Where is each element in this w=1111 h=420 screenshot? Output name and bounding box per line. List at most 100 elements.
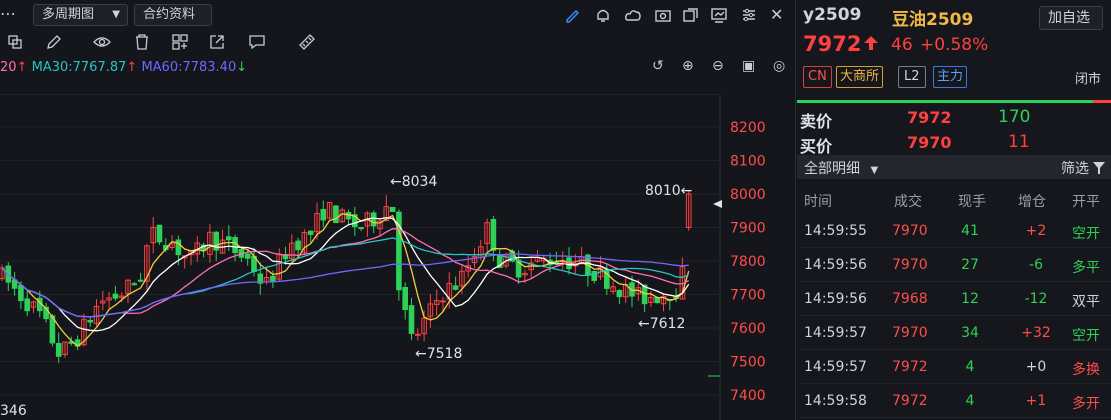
trade-cell-time: 14:59:58 [804, 393, 867, 409]
row-divider [800, 349, 1111, 350]
candle-body [641, 284, 648, 305]
current-price-marker [713, 200, 722, 208]
trade-cell-price: 7970 [892, 257, 928, 273]
sentiment-bar-red [1093, 100, 1111, 103]
ruler-icon[interactable] [298, 33, 316, 51]
target-icon[interactable]: ◎ [773, 58, 785, 74]
contract-code: y2509 [803, 5, 862, 25]
grid-icon[interactable] [171, 33, 189, 51]
cloud-icon[interactable] [624, 6, 642, 24]
price-annotation: ←8034 [390, 174, 437, 190]
row-divider [800, 281, 1111, 282]
comment-icon[interactable] [248, 33, 266, 51]
kline-chart[interactable]: 8200 8100 8000 7900 7800 7700 7600 7500 7400 ←803… [0, 94, 796, 420]
price-annotation: 8010← [645, 183, 692, 199]
price-annotation: 346 [0, 403, 27, 419]
candle-body [320, 208, 327, 221]
monitor-icon[interactable] [710, 6, 728, 24]
candle-body [156, 224, 163, 243]
add-watchlist-button[interactable]: 加自选 [1039, 6, 1103, 30]
candle-body [591, 270, 598, 281]
trade-cell-type: 双平 [1072, 294, 1100, 310]
trade-cell-vol: 34 [961, 325, 979, 341]
more-icon[interactable]: ⋯ [0, 6, 22, 24]
trade-cell-oi: -12 [1024, 291, 1048, 307]
trade-cell-price: 7972 [892, 359, 928, 375]
bell-icon[interactable] [594, 6, 612, 24]
tag-cn: CN [803, 66, 832, 88]
draw-icon[interactable] [564, 6, 582, 24]
trades-filter-label: 全部明细 [804, 161, 860, 177]
candle-body [87, 319, 94, 323]
candle-body [389, 206, 396, 212]
header-time: 时间 [804, 194, 832, 210]
trade-cell-vol: 27 [961, 257, 979, 273]
trash-icon[interactable] [133, 33, 151, 51]
row-divider [800, 417, 1111, 418]
candle-body [131, 283, 138, 286]
bid-price: 7970 [907, 133, 952, 152]
trade-cell-type: 多换 [1072, 362, 1100, 378]
candle-body [415, 333, 421, 336]
trade-cell-type: 多平 [1072, 260, 1100, 276]
y-tick-label: 8100 [730, 154, 766, 170]
external-link-icon[interactable] [208, 33, 226, 51]
period-label: 多周期图 [42, 7, 95, 22]
y-tick-label: 7600 [730, 321, 766, 337]
ma60-legend: MA60:7783.40 [141, 60, 237, 75]
pen-icon[interactable] [45, 33, 63, 51]
y-tick-label: 7800 [730, 254, 766, 270]
trade-row: 14:59:56 7970 27 -6 多平 [800, 249, 1111, 282]
close-icon[interactable]: ✕ [770, 5, 783, 24]
trade-cell-oi: +32 [1021, 325, 1051, 341]
trade-cell-vol: 4 [965, 393, 975, 409]
y-tick-label: 8200 [730, 120, 766, 136]
header-oi: 增仓 [1018, 194, 1046, 210]
candle-body [112, 293, 119, 299]
settings-icon[interactable] [740, 6, 758, 24]
candle-body [616, 289, 623, 298]
ask-price: 7972 [907, 108, 952, 127]
trade-cell-time: 14:59:57 [804, 325, 867, 341]
y-tick-label: 7700 [730, 288, 766, 304]
candle-body [232, 237, 238, 254]
trade-cell-vol: 4 [965, 359, 975, 375]
trade-row: 14:59:57 7970 34 +32 空开 [800, 317, 1111, 350]
eye-icon[interactable] [93, 33, 111, 51]
ma5-line [1, 213, 690, 347]
zoom-out-icon[interactable]: ⊖ [712, 58, 724, 74]
layout-icon[interactable] [6, 33, 24, 51]
candle-body [270, 275, 276, 282]
copy-icon[interactable] [682, 6, 700, 24]
trade-cell-price: 7970 [892, 223, 928, 239]
trade-row: 14:59:56 7968 12 -12 双平 [800, 283, 1111, 316]
contract-info-button[interactable]: 合约资料 [134, 4, 212, 26]
ma-legend: 20↑ MA30:7767.87↑ MA60:7783.40↓ [0, 60, 247, 75]
candle-body [358, 227, 364, 230]
tag-main: 主力 [933, 66, 968, 88]
price-annotation: ←7518 [415, 346, 462, 362]
undo-icon[interactable]: ↺ [652, 58, 664, 74]
top-toolbar: ⋯ 多周期图 ▼ 合约资料 ✕ [0, 0, 795, 30]
fit-icon[interactable]: ▣ [742, 58, 755, 74]
candle-body [440, 300, 446, 303]
contract-name: 豆油2509 [892, 10, 974, 30]
period-select[interactable]: 多周期图 ▼ [33, 4, 128, 26]
trade-row: 14:59:58 7972 4 +1 多开 [800, 385, 1111, 418]
candle-body [452, 285, 459, 290]
trades-header: 时间 成交 现手 增仓 开平 [800, 183, 1111, 216]
y-tick-label: 7500 [730, 355, 766, 371]
trade-row: 14:59:55 7970 41 +2 空开 [800, 215, 1111, 248]
trade-cell-price: 7968 [892, 291, 928, 307]
candle-body [408, 305, 415, 334]
candle-body [333, 205, 339, 224]
camera-icon[interactable] [654, 6, 672, 24]
y-tick-label: 7900 [730, 221, 766, 237]
ma20-legend: 20 [0, 60, 17, 75]
trade-cell-oi: -6 [1029, 257, 1043, 273]
price-change-pct: +0.58% [920, 35, 989, 55]
chevron-down-icon: ▼ [870, 165, 879, 176]
trades-filter-dropdown[interactable]: 全部明细 ▼ [804, 158, 878, 178]
zoom-in-icon[interactable]: ⊕ [682, 58, 694, 74]
screen-button[interactable]: 筛选 [1061, 158, 1106, 178]
